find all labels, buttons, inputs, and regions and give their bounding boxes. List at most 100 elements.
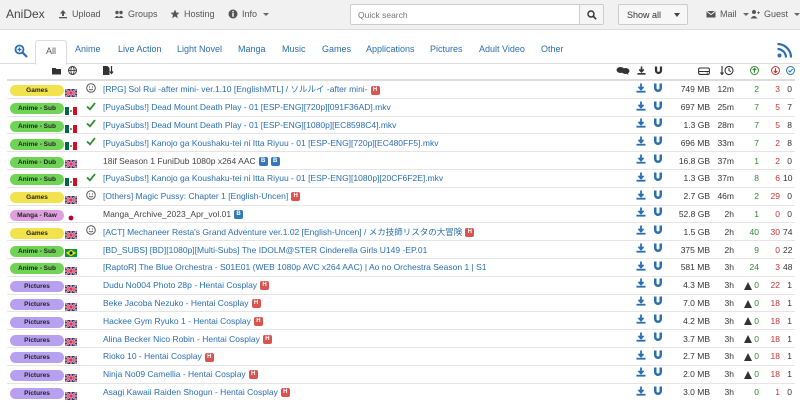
download-icon[interactable] — [636, 366, 646, 382]
category-badge[interactable]: Games — [10, 227, 64, 239]
download-icon[interactable] — [636, 349, 646, 365]
download-icon[interactable] — [636, 100, 646, 116]
torrent-link[interactable]: Beke Jacoba Nezuko - Hentai Cosplay — [103, 298, 249, 308]
magnet-icon[interactable] — [653, 385, 663, 401]
tab-manga[interactable]: Manga — [238, 44, 266, 54]
magnet-icon[interactable] — [653, 100, 663, 116]
download-icon[interactable] — [636, 206, 646, 222]
sort-size-header[interactable] — [667, 64, 713, 81]
show-all-dropdown[interactable]: Show all — [618, 4, 688, 25]
magnet-icon[interactable] — [653, 260, 663, 276]
sort-seeders-header[interactable] — [737, 64, 765, 81]
torrent-link[interactable]: Alina Becker Nico Robin - Hentai Cosplay — [103, 334, 260, 344]
sort-language-header[interactable] — [65, 64, 81, 81]
hosting-link[interactable]: Hosting — [170, 9, 215, 19]
download-icon[interactable] — [636, 82, 646, 98]
sort-comments-header[interactable] — [611, 64, 633, 81]
category-badge[interactable]: Anime - Dub — [10, 156, 64, 168]
download-icon[interactable] — [636, 153, 646, 169]
search-button[interactable] — [579, 5, 603, 24]
category-badge[interactable]: Pictures — [10, 298, 64, 310]
magnet-icon[interactable] — [653, 206, 663, 222]
torrent-link[interactable]: [PuyaSubs!] Kanojo ga Koushaku-tei ni It… — [103, 138, 438, 148]
info-dropdown[interactable]: Info — [228, 9, 270, 19]
magnet-icon[interactable] — [653, 313, 663, 329]
category-badge[interactable]: Manga - Raw — [10, 209, 64, 221]
tab-anime[interactable]: Anime — [75, 44, 101, 54]
tab-music[interactable]: Music — [282, 44, 306, 54]
category-badge[interactable]: Pictures — [10, 352, 64, 364]
download-icon[interactable] — [636, 135, 646, 151]
tab-light-novel[interactable]: Light Novel — [177, 44, 222, 54]
category-badge[interactable]: Games — [10, 192, 64, 204]
category-badge[interactable]: Pictures — [10, 316, 64, 328]
torrent-link[interactable]: 18if Season 1 FuniDub 1080p x264 AAC — [103, 156, 256, 166]
download-icon[interactable] — [636, 189, 646, 205]
torrent-link[interactable]: Rioko 10 - Hentai Cosplay — [103, 351, 202, 361]
magnet-icon[interactable] — [653, 224, 663, 240]
category-badge[interactable]: Anime - Sub — [10, 120, 64, 132]
groups-link[interactable]: Groups — [114, 9, 158, 19]
tab-adult-video[interactable]: Adult Video — [479, 44, 525, 54]
guest-dropdown[interactable]: Guest — [750, 9, 800, 19]
upload-link[interactable]: Upload — [58, 9, 101, 19]
magnet-icon[interactable] — [653, 366, 663, 382]
torrent-link[interactable]: [PuyaSubs!] Kanojo ga Koushaku-tei ni It… — [103, 173, 443, 183]
advanced-search-icon[interactable] — [14, 44, 28, 58]
magnet-icon[interactable] — [653, 117, 663, 133]
torrent-link[interactable]: Dudu No004 Photo 28p - Hentai Cosplay — [103, 280, 257, 290]
sort-filename-header[interactable] — [101, 64, 611, 81]
download-icon[interactable] — [636, 313, 646, 329]
mail-dropdown[interactable]: Mail — [706, 9, 749, 19]
sort-leechers-header[interactable] — [765, 64, 783, 81]
torrent-link[interactable]: Asagi Kawaii Raiden Shogun - Hentai Cosp… — [103, 387, 278, 397]
tab-other[interactable]: Other — [541, 44, 564, 54]
sort-age-header[interactable] — [713, 64, 737, 81]
download-icon[interactable] — [636, 224, 646, 240]
download-icon[interactable] — [636, 242, 646, 258]
magnet-icon[interactable] — [653, 331, 663, 347]
download-icon[interactable] — [636, 171, 646, 187]
magnet-icon[interactable] — [653, 82, 663, 98]
brand-logo[interactable]: AniDex — [6, 7, 45, 21]
download-icon[interactable] — [636, 117, 646, 133]
torrent-link[interactable]: [Others] Magic Pussy: Chapter 1 [English… — [103, 191, 288, 201]
category-badge[interactable]: Anime - Sub — [10, 263, 64, 275]
torrent-link[interactable]: [RaptoR] The Blue Orchestra - S01E01 (WE… — [103, 262, 487, 272]
sort-completed-header[interactable] — [783, 64, 795, 81]
magnet-icon[interactable] — [653, 135, 663, 151]
magnet-icon[interactable] — [653, 153, 663, 169]
category-badge[interactable]: Pictures — [10, 334, 64, 346]
rss-icon[interactable] — [777, 43, 792, 58]
download-icon[interactable] — [636, 331, 646, 347]
category-badge[interactable]: Anime - Sub — [10, 103, 64, 115]
search-input[interactable] — [351, 5, 579, 24]
download-icon[interactable] — [636, 277, 646, 293]
torrent-link[interactable]: [RPG] Sol Rui -after mini- ver.1.10 [Eng… — [103, 84, 368, 94]
torrent-link[interactable]: [PuyaSubs!] Dead Mount Death Play - 01 [… — [103, 102, 391, 112]
category-badge[interactable]: Anime - Sub — [10, 174, 64, 186]
tab-live-action[interactable]: Live Action — [118, 44, 162, 54]
tab-applications[interactable]: Applications — [366, 44, 415, 54]
torrent-link[interactable]: Manga_Archive_2023_Apr_vol.01 — [103, 209, 231, 219]
category-badge[interactable]: Anime - Sub — [10, 138, 64, 150]
torrent-link[interactable]: [PuyaSubs!] Dead Mount Death Play - 01 [… — [103, 120, 396, 130]
torrent-link[interactable]: [ACT] Mechaneer Resta's Grand Adventure … — [103, 227, 462, 237]
magnet-icon[interactable] — [653, 295, 663, 311]
tab-all[interactable]: All — [35, 40, 68, 65]
magnet-icon[interactable] — [653, 171, 663, 187]
magnet-icon[interactable] — [653, 242, 663, 258]
download-icon[interactable] — [636, 295, 646, 311]
category-badge[interactable]: Pictures — [10, 370, 64, 382]
torrent-link[interactable]: Ninja No09 Camellia - Hentai Cosplay — [103, 369, 246, 379]
category-badge[interactable]: Anime - Sub — [10, 245, 64, 257]
download-icon[interactable] — [636, 385, 646, 401]
sort-category-header[interactable] — [7, 64, 65, 81]
torrent-link[interactable]: [BD_SUBS] [BD][1080p][Multi-Subs] The ID… — [103, 245, 427, 255]
magnet-icon[interactable] — [653, 349, 663, 365]
category-badge[interactable]: Games — [10, 85, 64, 97]
download-icon[interactable] — [636, 260, 646, 276]
magnet-icon[interactable] — [653, 189, 663, 205]
category-badge[interactable]: Pictures — [10, 388, 64, 400]
tab-games[interactable]: Games — [322, 44, 351, 54]
